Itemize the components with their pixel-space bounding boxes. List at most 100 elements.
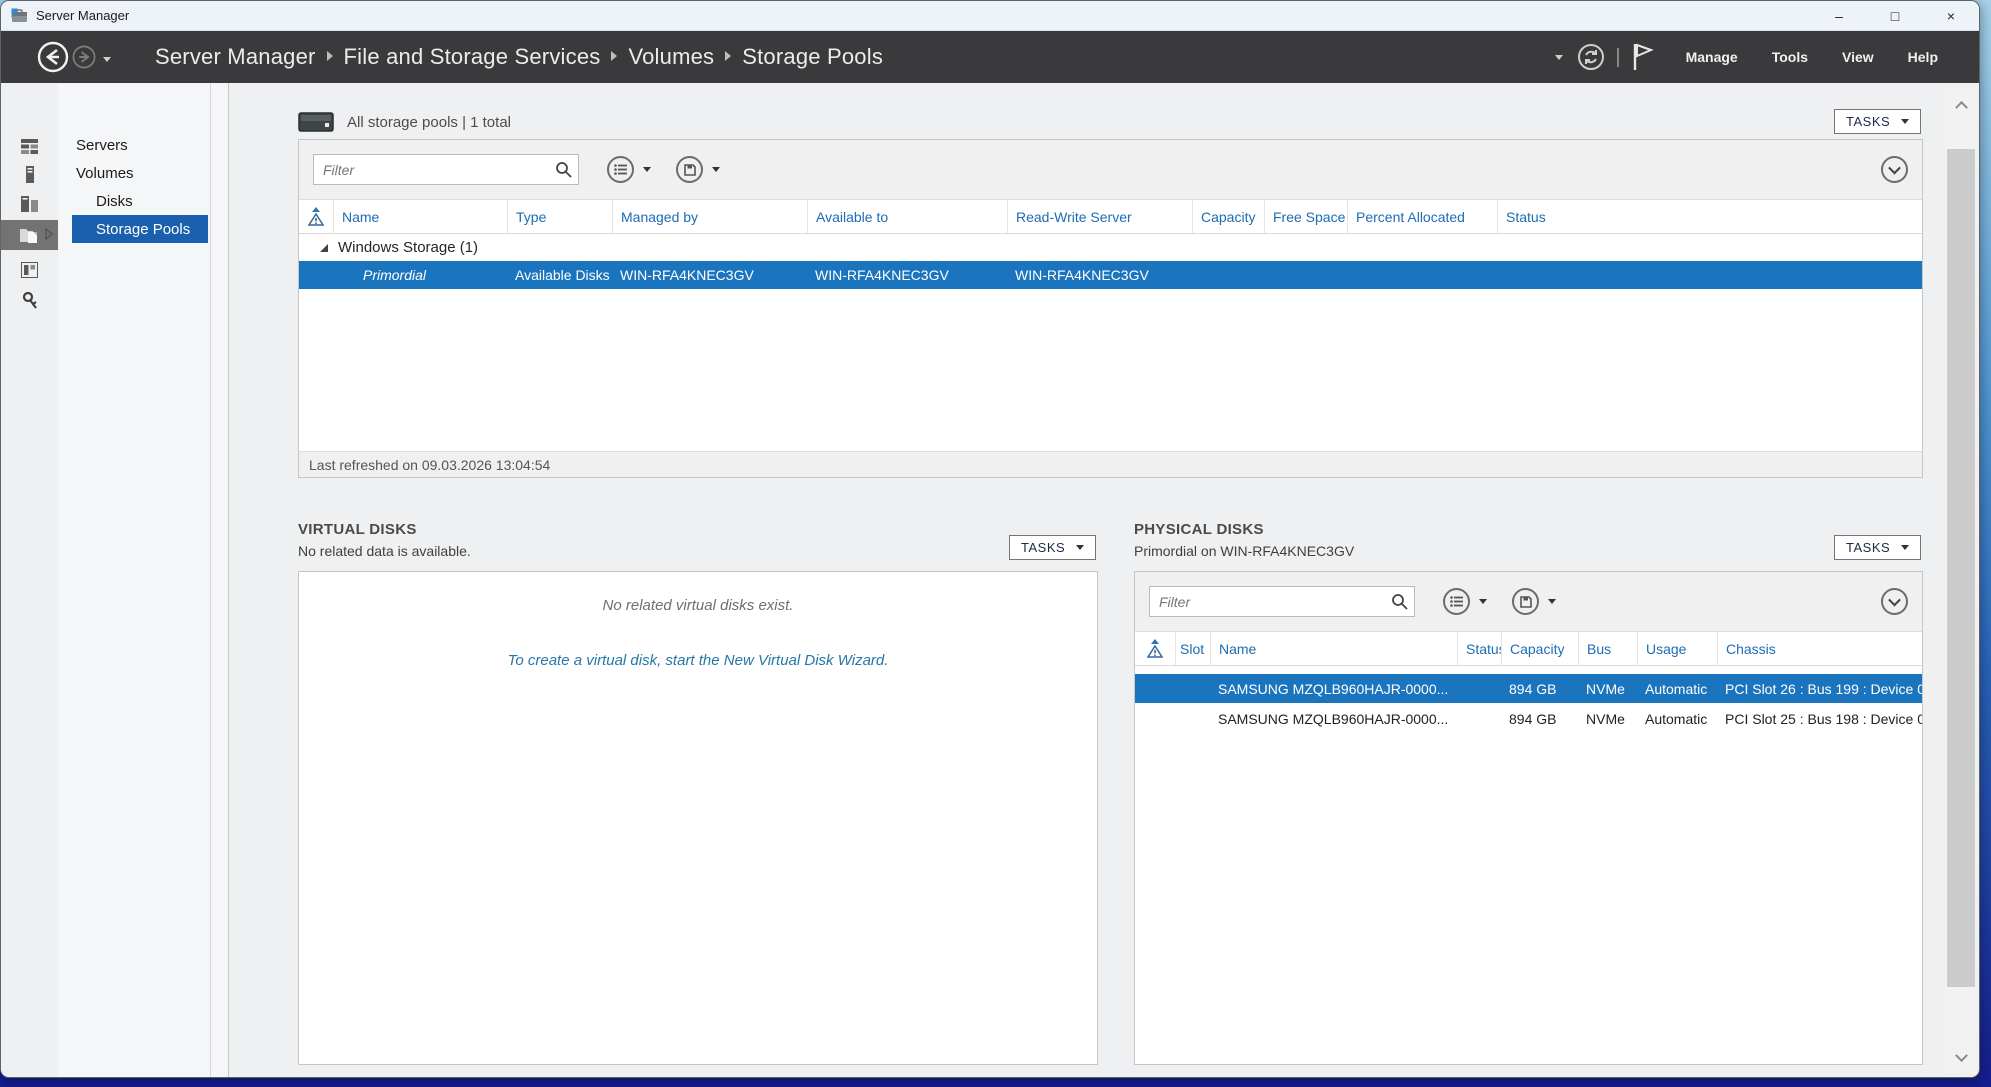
local-server-icon[interactable] [1,159,58,189]
storage-pool-icon [298,112,334,132]
physical-disks-filter-input[interactable] [1149,586,1415,617]
role-cabinet-icon[interactable] [1,255,58,285]
collapse-panel-icon[interactable] [1881,156,1908,183]
no-virtual-disks-message: No related virtual disks exist. [299,597,1097,614]
column-read-write-server[interactable]: Read-Write Server [1007,200,1192,233]
save-view-icon[interactable] [676,156,703,183]
search-icon[interactable] [555,161,572,178]
menu-view[interactable]: View [1825,49,1891,65]
table-row-disk-1[interactable]: SAMSUNG MZQLB960HAJR-0000... 894 GB NVMe… [1135,674,1922,703]
save-view-icon[interactable] [1512,588,1539,615]
all-servers-icon[interactable] [1,189,58,219]
table-row-primordial[interactable]: Primordial Available Disks WIN-RFA4KNEC3… [299,261,1922,289]
column-slot[interactable]: Slot [1175,632,1210,665]
virtual-disks-title: VIRTUAL DISKS [298,521,417,538]
breadcrumb: Server Manager File and Storage Services… [155,44,883,70]
breadcrumb-separator-icon [725,51,731,61]
column-bus[interactable]: Bus [1578,632,1637,665]
menu-tools[interactable]: Tools [1755,49,1825,65]
column-chassis[interactable]: Chassis [1717,632,1922,665]
breadcrumb-server-manager[interactable]: Server Manager [155,44,316,70]
column-capacity[interactable]: Capacity [1501,632,1578,665]
storage-pools-page: All storage pools | 1 total TASKS [229,83,1979,1077]
scroll-down-icon[interactable] [1945,1047,1977,1069]
navigation-bar: Server Manager File and Storage Services… [1,31,1979,83]
column-name[interactable]: Name [333,200,507,233]
table-cell [1175,674,1210,703]
pools-section-header: All storage pools | 1 total [298,109,511,135]
column-usage[interactable]: Usage [1637,632,1717,665]
disk-usage-cell: Automatic [1637,674,1717,703]
table-cell [299,261,333,289]
physical-disks-filter [1149,586,1415,617]
table-cell [1175,704,1210,733]
refresh-icon[interactable] [1577,43,1605,71]
scroll-up-icon[interactable] [1945,93,1977,115]
column-free-space[interactable]: Free Space [1264,200,1347,233]
table-cell [1192,261,1264,289]
column-type[interactable]: Type [507,200,612,233]
disk-bus-cell: NVMe [1578,704,1637,733]
menu-manage[interactable]: Manage [1669,49,1755,65]
flyout-arrow-icon[interactable] [45,228,53,240]
back-icon[interactable] [37,41,69,73]
breadcrumb-storage-pools[interactable]: Storage Pools [742,44,883,70]
physical-disks-toolbar [1135,572,1922,632]
sidebar-item-volumes[interactable]: Volumes [58,159,210,187]
disk-capacity-cell: 894 GB [1501,674,1578,703]
search-icon[interactable] [1391,593,1408,610]
physical-disks-empty-area [1135,733,1922,1064]
alerts-column[interactable] [1135,632,1175,665]
column-available-to[interactable]: Available to [807,200,1007,233]
column-percent-allocated[interactable]: Percent Allocated [1347,200,1497,233]
column-status[interactable]: Status [1457,632,1501,665]
new-virtual-disk-wizard-link[interactable]: To create a virtual disk, start the New … [299,652,1097,669]
sidebar-splitter[interactable] [211,83,229,1077]
scrollbar-thumb[interactable] [1947,149,1975,987]
close-button[interactable]: × [1923,1,1979,31]
maximize-button[interactable]: □ [1867,1,1923,31]
sidebar-item-servers[interactable]: Servers [58,131,210,159]
page-scrollbar[interactable] [1945,89,1977,1073]
forward-icon[interactable] [71,44,97,70]
list-view-icon[interactable] [607,156,634,183]
minimize-button[interactable]: – [1811,1,1867,31]
table-cell [1135,704,1175,733]
pools-count-label: All storage pools | 1 total [347,114,511,131]
column-managed-by[interactable]: Managed by [612,200,807,233]
list-view-dropdown-icon[interactable] [1479,599,1487,604]
virtual-disks-tasks-button[interactable]: TASKS [1009,535,1096,560]
sidebar-item-disks[interactable]: Disks [58,187,210,215]
title-bar[interactable]: Server Manager – □ × [1,1,1979,31]
breadcrumb-volumes[interactable]: Volumes [628,44,714,70]
physical-disks-tasks-button[interactable]: TASKS [1834,535,1921,560]
sidebar-item-storage-pools[interactable]: Storage Pools [72,215,208,243]
list-view-icon[interactable] [1443,588,1470,615]
collapse-panel-icon[interactable] [1881,588,1908,615]
alerts-column[interactable] [299,200,333,233]
notifications-flag-icon[interactable] [1631,42,1655,72]
pool-rw-server-cell: WIN-RFA4KNEC3GV [1007,261,1192,289]
tasks-label: TASKS [1021,540,1065,555]
menu-help[interactable]: Help [1891,49,1955,65]
pools-tasks-button[interactable]: TASKS [1834,109,1921,134]
column-status[interactable]: Status [1497,200,1587,233]
table-row-disk-2[interactable]: SAMSUNG MZQLB960HAJR-0000... 894 GB NVMe… [1135,704,1922,733]
refresh-dropdown-icon[interactable] [1555,55,1563,60]
key-icon[interactable] [1,286,58,316]
sort-ascending-icon [1151,639,1159,644]
group-expanded-icon[interactable] [320,244,328,252]
dashboard-icon[interactable] [1,131,58,161]
column-capacity[interactable]: Capacity [1192,200,1264,233]
save-view-dropdown-icon[interactable] [1548,599,1556,604]
list-view-dropdown-icon[interactable] [643,167,651,172]
group-row-windows-storage[interactable]: Windows Storage (1) [299,234,1922,261]
pools-filter-input[interactable] [313,154,579,185]
history-dropdown-icon[interactable] [103,57,111,62]
save-view-dropdown-icon[interactable] [712,167,720,172]
disk-chassis-cell: PCI Slot 25 : Bus 198 : Device 0 : Fu [1717,704,1922,733]
sort-ascending-icon [312,207,320,212]
column-name[interactable]: Name [1210,632,1457,665]
disk-bus-cell: NVMe [1578,674,1637,703]
breadcrumb-file-storage[interactable]: File and Storage Services [344,44,601,70]
